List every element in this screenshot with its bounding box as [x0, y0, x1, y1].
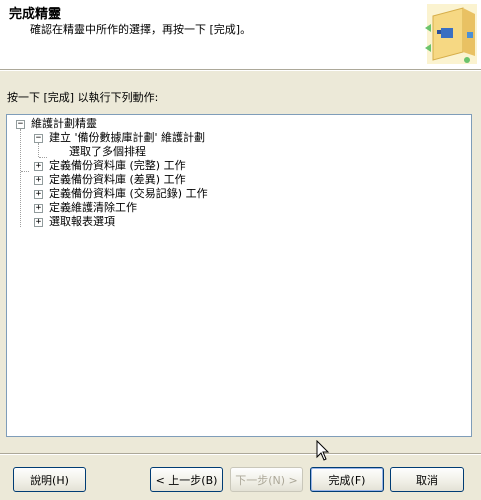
expand-icon[interactable]: + — [34, 190, 43, 199]
finish-button[interactable]: 完成(F) — [310, 467, 384, 492]
wizard-title: 完成精靈 — [9, 7, 62, 22]
tree-line — [21, 171, 29, 172]
tree-node-label: 定義維護清除工作 — [49, 201, 137, 214]
instruction-text: 按一下 [完成] 以執行下列動作: — [7, 91, 159, 104]
wizard-header: 完成精靈 確認在精靈中所作的選擇，再按一下 [完成]。 — [0, 0, 481, 70]
tree-line — [39, 157, 47, 158]
expand-icon[interactable]: + — [34, 162, 43, 171]
wizard-subtitle: 確認在精靈中所作的選擇，再按一下 [完成]。 — [30, 23, 252, 36]
header-separator — [0, 70, 481, 71]
cancel-button[interactable]: 取消 — [390, 467, 464, 492]
collapse-icon[interactable]: − — [34, 134, 43, 143]
wizard-folder-icon — [425, 4, 477, 64]
tree-line — [20, 129, 21, 227]
tree-node-label: 定義備份資料庫 (完整) 工作 — [49, 159, 186, 172]
actions-tree[interactable]: − 維護計劃精靈 − 建立 '備份數據庫計劃' 維護計劃 選取了多個排程 + 定… — [6, 114, 472, 437]
next-button[interactable]: 下一步(N) > — [230, 467, 303, 492]
expand-icon[interactable]: + — [34, 218, 43, 227]
tree-node-label: 選取了多個排程 — [69, 145, 146, 158]
tree-node-label: 選取報表選項 — [49, 215, 115, 228]
tree-node-label: 定義備份資料庫 (差異) 工作 — [49, 173, 186, 186]
help-button[interactable]: 說明(H) — [13, 467, 86, 492]
tree-line — [38, 143, 39, 157]
tree-node-label: 定義備份資料庫 (交易記錄) 工作 — [49, 187, 208, 200]
tree-node-label: 維護計劃精靈 — [31, 117, 97, 130]
expand-icon[interactable]: + — [34, 204, 43, 213]
expand-icon[interactable]: + — [34, 176, 43, 185]
tree-node-label: 建立 '備份數據庫計劃' 維護計劃 — [49, 131, 206, 144]
back-button[interactable]: < 上一步(B) — [150, 467, 223, 492]
mouse-pointer-icon — [316, 440, 330, 461]
collapse-icon[interactable]: − — [16, 120, 25, 129]
footer-divider-highlight — [0, 454, 481, 455]
